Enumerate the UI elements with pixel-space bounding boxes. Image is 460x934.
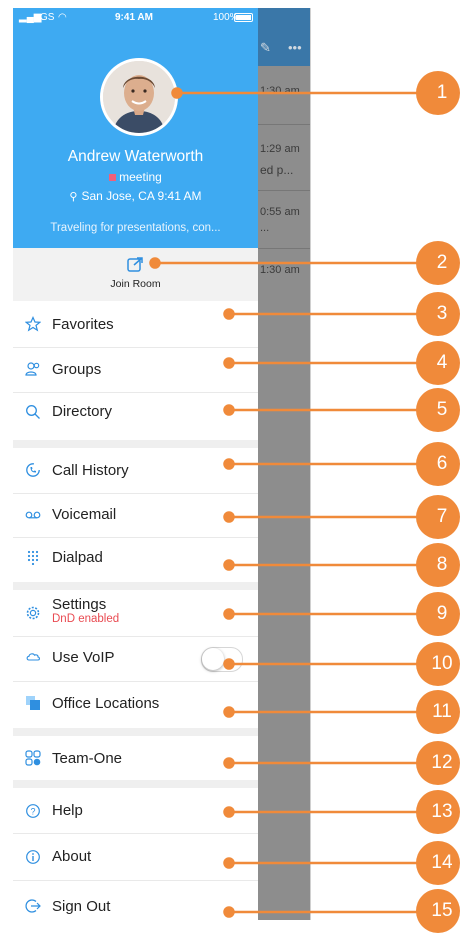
callout-number: 13 <box>431 801 453 822</box>
callout-badge: 12 <box>416 741 460 785</box>
callout-number: 10 <box>431 653 453 674</box>
callout-number: 4 <box>436 352 448 373</box>
callout-badge: 13 <box>416 790 460 834</box>
callout-badge: 6 <box>416 442 460 486</box>
callout-badge: 11 <box>416 690 460 734</box>
callout-number: 7 <box>436 506 448 527</box>
callout-number: 11 <box>432 701 452 722</box>
callout-badge: 10 <box>416 642 460 686</box>
callout-badge: 4 <box>416 341 460 385</box>
callout-number: 5 <box>436 399 448 420</box>
callout-number: 3 <box>436 303 448 324</box>
callout-badge: 1 <box>416 71 460 115</box>
callout-badge: 9 <box>416 592 460 636</box>
callout-badge: 2 <box>416 241 460 285</box>
callout-badge: 5 <box>416 388 460 432</box>
callout-badge: 7 <box>416 495 460 539</box>
callout-number: 9 <box>436 603 448 624</box>
callout-number: 12 <box>431 752 453 773</box>
callout-number: 1 <box>436 82 448 103</box>
callout-badge: 14 <box>416 841 460 885</box>
callout-badge: 15 <box>416 889 460 933</box>
callout-badge: 3 <box>416 292 460 336</box>
callout-lines <box>149 87 440 918</box>
callout-number: 15 <box>431 900 453 921</box>
callout-number: 8 <box>436 554 448 575</box>
callout-number: 14 <box>431 852 453 873</box>
callout-number: 2 <box>436 252 448 273</box>
callout-badge: 8 <box>416 543 460 587</box>
callout-number: 6 <box>436 453 448 474</box>
